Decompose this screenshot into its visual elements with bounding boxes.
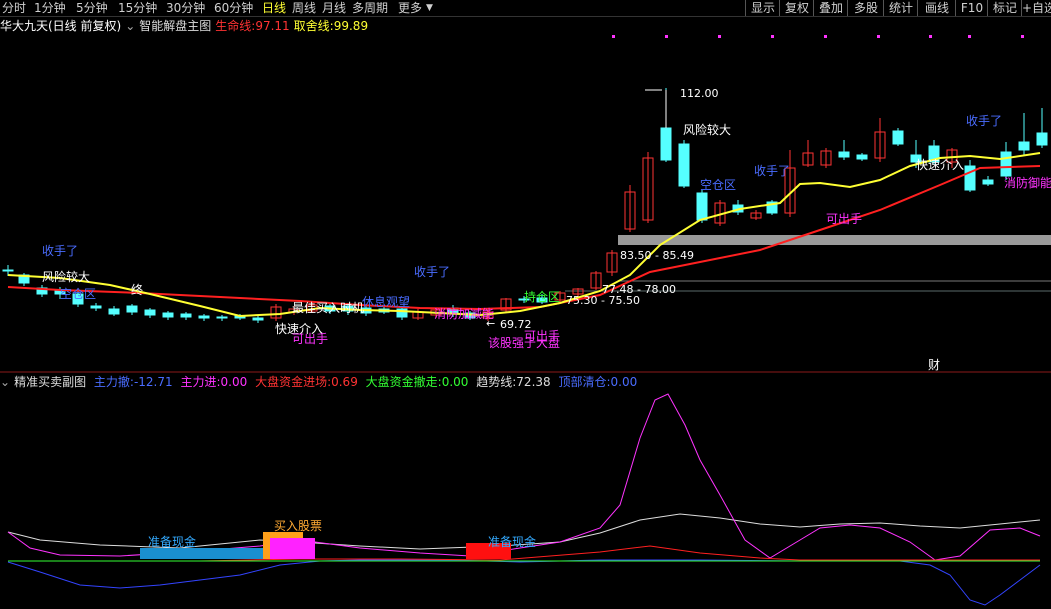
chart-annotation: 收手了 bbox=[42, 244, 78, 258]
candle-down bbox=[252, 317, 264, 321]
candle-down bbox=[678, 143, 690, 187]
chart-annotation: 财 bbox=[928, 358, 940, 372]
candle-down bbox=[126, 305, 138, 313]
chart-annotation: 收手了 bbox=[966, 114, 1002, 128]
candle-down bbox=[982, 179, 994, 185]
candle-down bbox=[660, 127, 672, 161]
price-range-label: 83.50 - 85.49 bbox=[620, 249, 694, 262]
candle-down bbox=[1036, 132, 1048, 146]
signal-dot bbox=[929, 35, 932, 38]
signal-dot bbox=[824, 35, 827, 38]
candle-down bbox=[696, 192, 708, 221]
chart-annotation: 风险较大 bbox=[683, 122, 731, 137]
chart-annotation: 消防御能 bbox=[1004, 175, 1051, 190]
chart-annotation: 可出手 bbox=[292, 332, 328, 346]
candle-down bbox=[1000, 151, 1012, 177]
main-force-out-line bbox=[7, 559, 1041, 606]
chart-annotation: 收手了 bbox=[754, 164, 790, 178]
candle-down bbox=[180, 313, 192, 318]
chart-annotation: 收手了 bbox=[414, 265, 450, 279]
chart-annotation: 风险较大 bbox=[42, 269, 90, 284]
candle-down bbox=[892, 130, 904, 145]
candle-down bbox=[1018, 141, 1030, 151]
candle-down bbox=[964, 165, 976, 191]
candle-down bbox=[144, 309, 156, 316]
chart-annotation: 持仓区 bbox=[524, 289, 560, 304]
buy-stock-bar bbox=[270, 538, 315, 559]
cash-ready-label: 准备现金 bbox=[488, 534, 536, 549]
candle-down bbox=[216, 316, 228, 319]
chart-annotation: 可出手 bbox=[826, 212, 862, 226]
cash-ready-label: 准备现金 bbox=[148, 534, 196, 549]
candle-down bbox=[108, 308, 120, 315]
candle-down bbox=[838, 151, 850, 158]
chart-annotation: 快速介入 bbox=[916, 158, 964, 172]
chart-annotation: 该股强于大盘 bbox=[488, 335, 560, 350]
signal-dot bbox=[1021, 35, 1024, 38]
cash-ready-bar bbox=[140, 548, 268, 559]
high-price-label: 112.00 bbox=[680, 87, 719, 100]
price-range-label: 75.30 - 75.50 bbox=[566, 294, 640, 307]
chart-annotation: 休息观望 bbox=[362, 294, 410, 309]
candle-down bbox=[198, 315, 210, 319]
signal-dot bbox=[612, 35, 615, 38]
candle-down bbox=[856, 154, 868, 160]
chart-annotation: 终 bbox=[131, 282, 143, 297]
signal-dot bbox=[665, 35, 668, 38]
candle-down bbox=[90, 305, 102, 309]
chart-annotation: 空仓区 bbox=[60, 287, 96, 301]
support-zone-band bbox=[618, 235, 1051, 245]
signal-dot bbox=[968, 35, 971, 38]
candle-down bbox=[162, 312, 174, 318]
chart-annotation: 消防加减能 bbox=[434, 306, 494, 321]
signal-dot bbox=[771, 35, 774, 38]
candle-down bbox=[2, 269, 14, 272]
buy-stock-label: 买入股票 bbox=[274, 519, 322, 533]
kline-chart-canvas[interactable]: 112.0069.72←83.50 - 85.4977.48 - 78.0075… bbox=[0, 0, 1051, 609]
chart-annotation: 空仓区 bbox=[700, 178, 736, 192]
signal-dot bbox=[877, 35, 880, 38]
chart-annotation: 最佳买入时机 bbox=[292, 301, 364, 315]
signal-dot bbox=[718, 35, 721, 38]
